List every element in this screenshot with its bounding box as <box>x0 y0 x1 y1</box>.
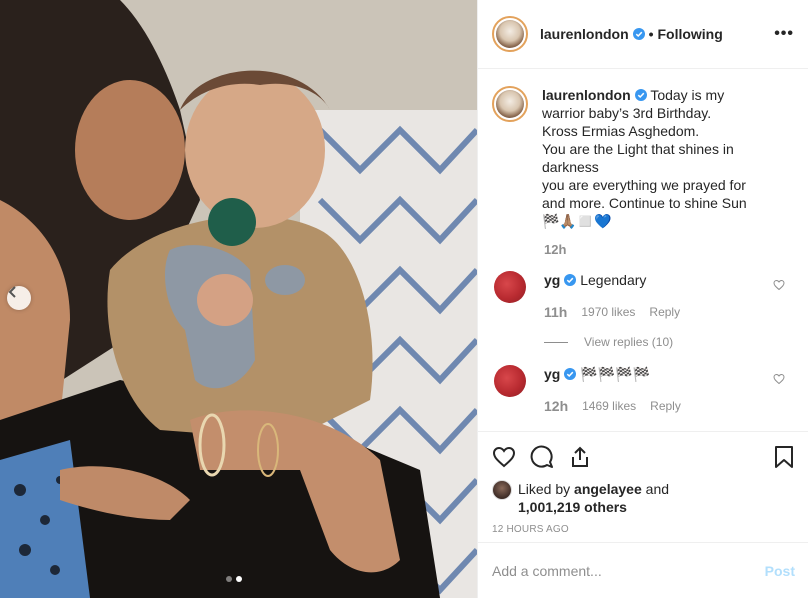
caption-line: Kross Ermias Asghedom. <box>542 123 700 139</box>
likes-joiner: and <box>645 481 670 497</box>
photo-illustration <box>0 0 477 598</box>
comment-body: yg 🏁🏁🏁🏁 12h 1469 likes Reply <box>544 365 764 415</box>
comment-input[interactable] <box>492 562 742 579</box>
commenter-username[interactable]: yg <box>544 366 560 382</box>
header-separator: • <box>648 26 654 42</box>
comment-time[interactable]: 12h <box>544 397 568 415</box>
commenter-username[interactable]: yg <box>544 272 560 288</box>
caption-line: warrior baby’s 3rd Birthday. <box>542 105 712 121</box>
comment-time[interactable]: 11h <box>544 303 567 321</box>
comment-text: Legendary <box>580 272 647 288</box>
carousel-dot <box>226 576 232 582</box>
caption-line: Today is my <box>650 87 725 103</box>
comment-likes[interactable]: 1469 likes <box>582 397 636 415</box>
follow-status[interactable]: • Following <box>649 26 723 42</box>
likes-count[interactable]: 1,001,219 others <box>518 499 627 515</box>
caption-line: you are everything we prayed for <box>542 177 746 193</box>
post-timestamp[interactable]: 12 HOURS AGO <box>492 524 795 535</box>
post-comment-button[interactable]: Post <box>765 563 795 579</box>
carousel-dot-active <box>236 576 242 582</box>
caption-line: You are the Light that shines in <box>542 141 734 157</box>
follow-status-label: Following <box>657 26 723 42</box>
carousel-prev-button[interactable] <box>7 286 31 310</box>
chevron-left-icon <box>8 286 16 298</box>
author-username[interactable]: laurenlondon <box>540 26 629 42</box>
comments-section: laurenlondon Today is my warrior baby’s … <box>478 70 808 431</box>
verified-badge-icon <box>632 28 645 40</box>
commenter-avatar[interactable] <box>494 365 526 397</box>
carousel-indicator <box>226 576 242 582</box>
comment-item: yg Legendary 11h 1970 likes Reply View r… <box>492 271 795 351</box>
liker-avatar[interactable] <box>492 480 512 500</box>
post-sidebar: laurenlondon • Following ••• laurenlondo… <box>477 0 808 598</box>
comment-heart-icon[interactable] <box>773 279 785 291</box>
likes-text: Liked by angelayee and 1,001,219 others <box>518 480 669 516</box>
commenter-avatar[interactable] <box>494 271 526 303</box>
liker-username[interactable]: angelayee <box>574 481 642 497</box>
comment-text: 🏁🏁🏁🏁 <box>580 366 650 382</box>
verified-badge-icon <box>564 368 577 380</box>
caption-username[interactable]: laurenlondon <box>542 87 631 103</box>
caption-avatar[interactable] <box>492 86 528 122</box>
comment-meta: 12h 1469 likes Reply <box>544 397 764 415</box>
view-replies-button[interactable]: View replies (10) <box>544 333 764 351</box>
comment-meta: 11h 1970 likes Reply <box>544 303 764 321</box>
caption-text: laurenlondon Today is my warrior baby’s … <box>542 86 777 230</box>
action-bar <box>492 442 795 472</box>
more-options-icon[interactable]: ••• <box>774 25 794 43</box>
comment-reply-button[interactable]: Reply <box>649 303 680 321</box>
caption-line: 🏁🙏🏽◻️💙 <box>542 213 612 229</box>
replies-divider <box>544 341 568 343</box>
heart-icon[interactable] <box>492 445 516 469</box>
comment-body: yg Legendary 11h 1970 likes Reply View r… <box>544 271 764 351</box>
likes-summary: Liked by angelayee and 1,001,219 others <box>492 480 795 516</box>
post-photo[interactable] <box>0 0 477 598</box>
comment-reply-button[interactable]: Reply <box>650 397 681 415</box>
view-replies-label: View replies (10) <box>584 335 674 349</box>
post-actions: Liked by angelayee and 1,001,219 others … <box>478 431 808 535</box>
caption-line: and more. Continue to shine Sun <box>542 195 747 211</box>
verified-badge-icon <box>634 89 647 101</box>
caption-line: darkness <box>542 159 599 175</box>
verified-badge-icon <box>564 274 577 286</box>
comment-item: yg 🏁🏁🏁🏁 12h 1469 likes Reply <box>492 365 795 415</box>
author-avatar[interactable] <box>492 16 528 52</box>
bookmark-icon[interactable] <box>773 445 795 469</box>
add-comment-bar: Post <box>478 542 808 598</box>
caption-time[interactable]: 12h <box>544 242 795 257</box>
post-header: laurenlondon • Following ••• <box>478 0 808 69</box>
post-caption: laurenlondon Today is my warrior baby’s … <box>492 86 795 230</box>
comment-likes[interactable]: 1970 likes <box>581 303 635 321</box>
comment-heart-icon[interactable] <box>773 373 785 385</box>
liked-by-prefix: Liked by <box>518 481 571 497</box>
comment-icon[interactable] <box>530 445 554 469</box>
share-icon[interactable] <box>568 445 592 469</box>
